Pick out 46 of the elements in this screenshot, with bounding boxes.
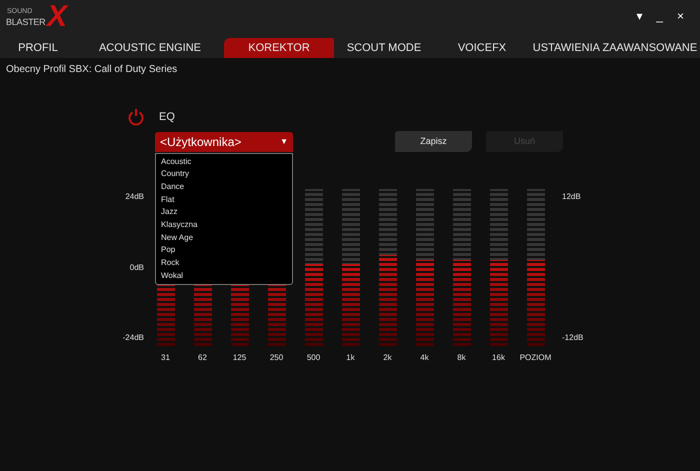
scale-label: 0dB <box>130 262 144 274</box>
eq-slider[interactable] <box>342 189 360 346</box>
band-label: 125 <box>232 352 246 364</box>
preset-option[interactable]: Pop <box>156 244 292 257</box>
tab[interactable]: KOREKTOR <box>224 38 334 58</box>
band-label: 31 <box>161 352 170 364</box>
preset-option[interactable]: New Age <box>156 232 292 244</box>
eq-slider[interactable] <box>304 189 322 346</box>
eq-slider[interactable] <box>526 189 544 346</box>
preset-option[interactable]: Acoustic <box>156 156 292 168</box>
preset-option[interactable]: Country <box>156 168 292 181</box>
current-profile-text: Obecny Profil SBX: Call of Duty Series <box>6 62 178 76</box>
band-label: 4k <box>420 352 429 364</box>
minimize-button[interactable]: _ <box>656 10 663 22</box>
eq-slider[interactable] <box>490 189 508 346</box>
tab[interactable]: VOICEFX <box>434 38 530 58</box>
band-label: 250 <box>270 352 284 364</box>
eq-slider[interactable] <box>378 189 396 346</box>
tab[interactable]: ACOUSTIC ENGINE <box>76 38 224 58</box>
close-button[interactable]: × <box>676 10 684 22</box>
band-label: 2k <box>383 352 392 364</box>
preset-option[interactable]: Jazz <box>156 206 292 219</box>
tab[interactable]: PROFIL <box>0 38 76 58</box>
preset-dropdown[interactable]: <Użytkownika> ▼ <box>155 132 293 152</box>
band-label: POZIOM <box>520 352 552 364</box>
scale-label: -12dB <box>562 332 584 344</box>
preset-option[interactable]: Dance <box>156 180 292 194</box>
scale-label: 24dB <box>125 191 144 203</box>
preset-option[interactable]: Klasyczna <box>156 218 292 232</box>
band-label: 62 <box>198 352 207 364</box>
tab[interactable]: SCOUT MODE <box>334 38 434 58</box>
band-label: 1k <box>346 352 355 364</box>
band-label: 8k <box>457 352 466 364</box>
band-label: 500 <box>306 352 320 364</box>
scale-label: -24dB <box>122 332 144 344</box>
band-label: 16k <box>492 352 505 364</box>
eq-slider[interactable] <box>452 189 470 346</box>
power-icon[interactable] <box>127 108 145 126</box>
save-button[interactable]: Zapisz <box>395 131 472 152</box>
preset-option[interactable]: Wokal <box>156 270 292 282</box>
scale-label: 12dB <box>562 191 582 203</box>
eq-slider[interactable] <box>416 189 434 346</box>
preset-option[interactable]: Rock <box>156 257 292 270</box>
preset-option[interactable]: Flat <box>156 194 292 206</box>
eq-label: EQ <box>159 110 175 125</box>
tab[interactable]: USTAWIENIA ZAAWANSOWANE <box>530 38 700 58</box>
